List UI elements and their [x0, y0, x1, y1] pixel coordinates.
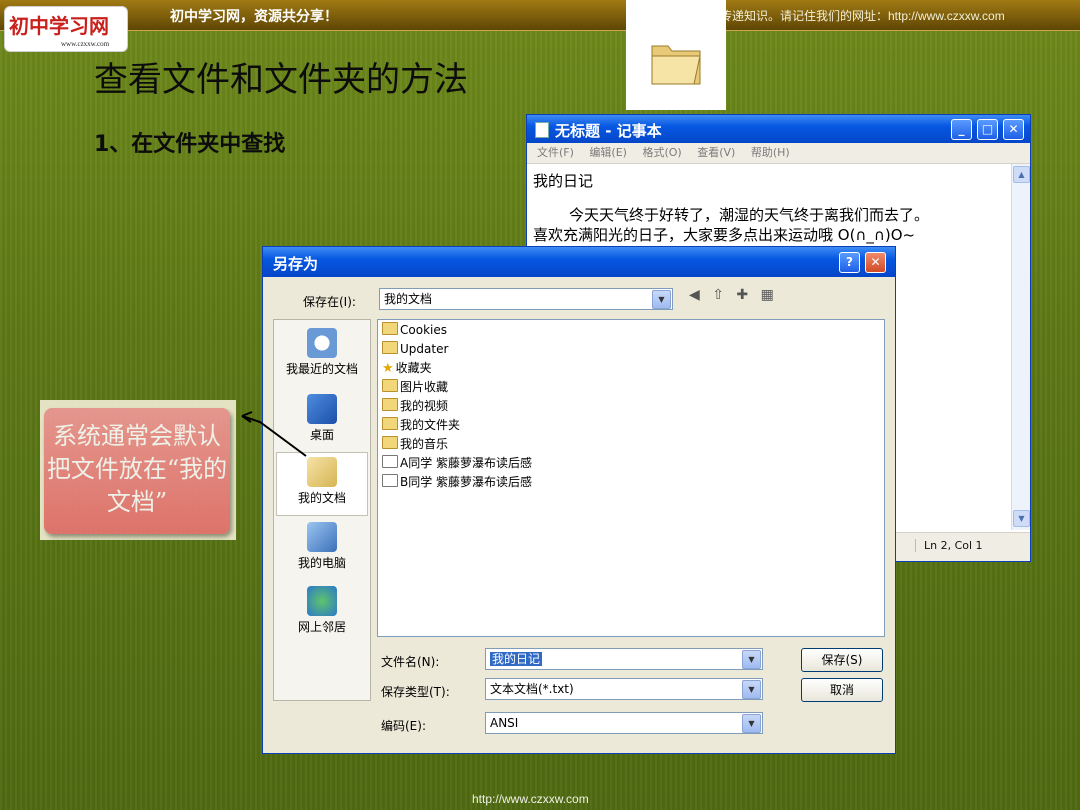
- slide-subtitle: 1、在文件夹中查找: [94, 132, 286, 157]
- site-logo: 初中学习网 www.czxxw.com: [4, 6, 128, 52]
- minimize-button[interactable]: _: [951, 119, 972, 140]
- folder-icon: [651, 45, 701, 85]
- file-list[interactable]: Cookies Updater ★ 收藏夹 图片收藏 我的视频 我的文件夹 我的音…: [377, 319, 885, 637]
- encoding-dropdown[interactable]: ANSI ▼: [485, 712, 763, 734]
- video-folder-icon: [382, 398, 398, 411]
- vertical-scrollbar[interactable]: ▲ ▼: [1011, 164, 1030, 530]
- logo-text: 初中学习网: [9, 14, 109, 38]
- filetype-label: 保存类型(T):: [381, 685, 450, 699]
- filetype-dropdown[interactable]: 文本文档(*.txt) ▼: [485, 678, 763, 700]
- menu-edit[interactable]: 编辑(E): [589, 146, 627, 159]
- maximize-button[interactable]: □: [977, 119, 998, 140]
- pictures-folder-icon: [382, 379, 398, 392]
- save-in-label: 保存在(I):: [303, 295, 356, 309]
- top-banner: 初中学习网，资源共分享！ 传递知识。请记住我们的网址：http://www.cz…: [0, 0, 1080, 31]
- footer-url: http://www.czxxw.com: [472, 792, 589, 806]
- text-file-icon: [382, 455, 398, 468]
- filename-value: 我的日记: [490, 652, 543, 666]
- diary-line-1: 今天天气终于好转了，潮湿的天气终于离我们而去了。: [569, 206, 930, 224]
- notepad-menubar: 文件(F) 编辑(E) 格式(O) 查看(V) 帮助(H): [527, 143, 1030, 164]
- dialog-title: 另存为: [273, 255, 319, 273]
- filename-input[interactable]: 我的日记 ▼: [485, 648, 763, 670]
- encoding-value: ANSI: [490, 716, 519, 730]
- folder-illustration: [626, 0, 726, 110]
- folder-icon: [382, 417, 398, 430]
- view-menu-icon[interactable]: ▦: [761, 287, 774, 303]
- notepad-titlebar[interactable]: 无标题 - 记事本 _ □ ✕: [527, 115, 1030, 143]
- callout-note: 系统通常会默认把文件放在“我的文档”: [44, 408, 230, 534]
- list-item[interactable]: Updater: [382, 340, 448, 359]
- dialog-titlebar[interactable]: 另存为 ? ✕: [263, 247, 895, 277]
- slide-title: 查看文件和文件夹的方法: [94, 60, 468, 100]
- place-my-documents[interactable]: 我的文档: [276, 452, 368, 516]
- filetype-value: 文本文档(*.txt): [490, 682, 574, 696]
- notepad-title: 无标题 - 记事本: [555, 122, 662, 140]
- globe-icon: [307, 586, 337, 616]
- place-network[interactable]: 网上邻居: [274, 586, 370, 635]
- encoding-label: 编码(E):: [381, 719, 426, 733]
- new-folder-icon[interactable]: ✚: [736, 287, 748, 303]
- places-bar: 我最近的文档 桌面 我的文档 我的电脑 网上邻居: [273, 319, 371, 701]
- close-button[interactable]: ✕: [1003, 119, 1024, 140]
- help-button[interactable]: ?: [839, 252, 860, 273]
- menu-help[interactable]: 帮助(H): [751, 146, 790, 159]
- scroll-up-icon[interactable]: ▲: [1013, 166, 1030, 183]
- text-file-icon: [382, 474, 398, 487]
- place-my-computer[interactable]: 我的电脑: [274, 522, 370, 571]
- filename-label: 文件名(N):: [381, 655, 440, 669]
- cursor-position: Ln 2, Col 1: [915, 539, 983, 552]
- list-item[interactable]: Cookies: [382, 321, 447, 340]
- logo-url: www.czxxw.com: [61, 40, 110, 48]
- save-button[interactable]: 保存(S): [801, 648, 883, 672]
- chevron-down-icon[interactable]: ▼: [742, 680, 761, 699]
- diary-title: 我的日记: [533, 172, 594, 190]
- up-folder-icon[interactable]: ⇧: [712, 287, 724, 303]
- folder-icon: [382, 341, 398, 354]
- list-item[interactable]: A同学 紫藤萝瀑布读后感: [382, 454, 532, 473]
- list-item[interactable]: 我的视频: [382, 397, 448, 416]
- list-item[interactable]: 图片收藏: [382, 378, 448, 397]
- chevron-down-icon[interactable]: ▼: [652, 290, 671, 309]
- site-url-banner: 传递知识。请记住我们的网址：http://www.czxxw.com: [720, 9, 1005, 23]
- dialog-toolbar: ◀ ⇧ ✚ ▦: [689, 287, 782, 303]
- save-in-dropdown[interactable]: 我的文档 ▼: [379, 288, 673, 310]
- callout-box: 系统通常会默认把文件放在“我的文档”: [40, 400, 236, 540]
- scroll-down-icon[interactable]: ▼: [1013, 510, 1030, 527]
- slogan: 初中学习网，资源共分享！: [170, 8, 338, 24]
- list-item[interactable]: 我的音乐: [382, 435, 448, 454]
- save-as-dialog[interactable]: 另存为 ? ✕ 保存在(I): 我的文档 ▼ ◀ ⇧ ✚ ▦ 我最近的文档 桌面…: [262, 246, 896, 754]
- list-item[interactable]: 我的文件夹: [382, 416, 460, 435]
- place-recent[interactable]: 我最近的文档: [274, 328, 370, 377]
- menu-file[interactable]: 文件(F): [537, 146, 574, 159]
- star-icon: ★: [382, 361, 394, 376]
- clock-icon: [307, 328, 337, 358]
- list-item[interactable]: ★ 收藏夹: [382, 359, 432, 378]
- notepad-icon: [535, 122, 549, 138]
- dialog-close-button[interactable]: ✕: [865, 252, 886, 273]
- documents-folder-icon: [307, 457, 337, 487]
- computer-icon: [307, 522, 337, 552]
- diary-line-2: 喜欢充满阳光的日子，大家要多点出来运动哦 O(∩_∩)O~: [533, 226, 916, 244]
- folder-icon: [382, 322, 398, 335]
- callout-arrow-icon: [241, 411, 307, 457]
- menu-view[interactable]: 查看(V): [697, 146, 735, 159]
- cancel-button[interactable]: 取消: [801, 678, 883, 702]
- music-folder-icon: [382, 436, 398, 449]
- menu-format[interactable]: 格式(O): [642, 146, 681, 159]
- chevron-down-icon[interactable]: ▼: [742, 714, 761, 733]
- back-icon[interactable]: ◀: [689, 287, 700, 303]
- save-in-value: 我的文档: [384, 292, 433, 306]
- chevron-down-icon[interactable]: ▼: [742, 650, 761, 669]
- list-item[interactable]: B同学 紫藤萝瀑布读后感: [382, 473, 532, 492]
- callout-text: 系统通常会默认把文件放在“我的文档”: [46, 422, 228, 516]
